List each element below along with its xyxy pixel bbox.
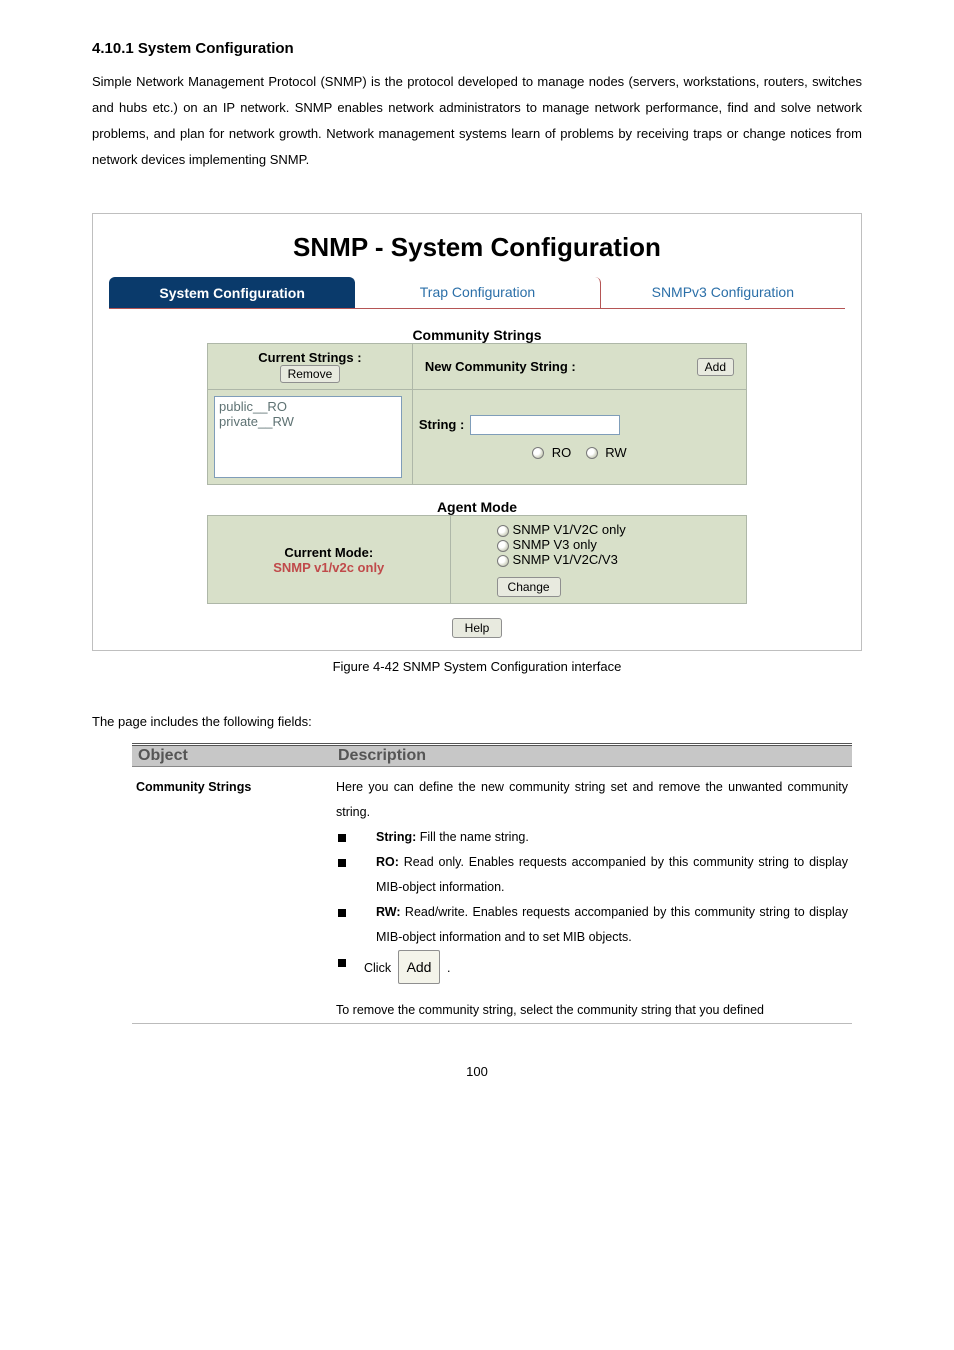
desc-remove-para: To remove the community string, select t… [336,998,848,1023]
click-right: . [447,961,450,975]
mode-opt-2: SNMP V3 only [513,537,597,552]
remove-button[interactable]: Remove [280,365,341,383]
snmp-panel: SNMP - System Configuration System Confi… [92,213,862,651]
mode-radio-v1v2c[interactable] [497,525,509,537]
mode-radio-all[interactable] [497,555,509,567]
tab-snmpv3-configuration[interactable]: SNMPv3 Configuration [601,277,845,308]
current-strings-listbox[interactable]: public__RO private__RW [214,396,402,478]
add-button[interactable]: Add [697,358,734,376]
desc-header-object: Object [132,745,332,767]
tab-system-configuration[interactable]: System Configuration [109,277,355,308]
add-chip: Add [398,950,441,984]
desc-intro: Here you can define the new community st… [336,775,848,825]
community-block: Community Strings Current Strings : Remo… [207,327,747,485]
desc-table: Object Description Community Strings Her… [132,743,852,1024]
bullet-icon [338,834,346,842]
change-button[interactable]: Change [497,577,561,597]
ro-radio[interactable] [532,447,544,459]
mode-opt-1: SNMP V1/V2C only [513,522,626,537]
bullet-icon [338,859,346,867]
page-number: 100 [92,1064,862,1079]
bullet-text: Fill the name string. [416,830,529,844]
intro-lead: Simple Network Management Protocol (SNMP… [92,74,367,89]
desc-header-description: Description [332,745,852,767]
current-mode-label: Current Mode: [284,545,373,560]
rw-radio[interactable] [586,447,598,459]
figure-caption: Figure 4-42 SNMP System Configuration in… [92,659,862,674]
section-heading: 4.10.1 System Configuration [92,40,862,57]
rw-label: RW [605,445,626,460]
bullet-text: Read only. Enables requests accompanied … [376,855,848,894]
bullet-icon [338,909,346,917]
list-item[interactable]: public__RO [219,399,397,414]
bullet-text: Read/write. Enables requests accompanied… [376,905,848,944]
click-left: Click [364,961,395,975]
agent-table: Current Mode: SNMP v1/v2c only SNMP V1/V… [207,515,747,604]
ro-label: RO [552,445,572,460]
mode-opt-3: SNMP V1/V2C/V3 [513,552,618,567]
agent-block: Agent Mode Current Mode: SNMP v1/v2c onl… [207,499,747,604]
help-button[interactable]: Help [452,618,503,638]
below-text: The page includes the following fields: [92,714,862,729]
tab-bar: System Configuration Trap Configuration … [109,277,845,309]
current-mode-value: SNMP v1/v2c only [273,560,384,575]
bullet-strong: String: [376,830,416,844]
desc-header-row: Object Description [132,745,852,767]
community-title: Community Strings [207,327,747,343]
current-strings-label: Current Strings : [258,350,361,365]
desc-row-content: Here you can define the new community st… [332,767,852,1024]
bullet-icon [338,959,346,967]
new-string-input[interactable] [470,415,620,435]
tab-trap-configuration[interactable]: Trap Configuration [355,277,600,308]
panel-title: SNMP - System Configuration [109,232,845,263]
desc-row-label: Community Strings [132,767,332,1024]
list-item[interactable]: private__RW [219,414,397,429]
bullet-strong: RO: [376,855,399,869]
figure-caption-prefix: Figure 4-42 [333,659,399,674]
agent-title: Agent Mode [207,499,747,515]
bullet-strong: RW: [376,905,401,919]
community-table: Current Strings : Remove New Community S… [207,343,747,485]
figure-caption-text: SNMP System Configuration interface [399,659,621,674]
intro-paragraph: Simple Network Management Protocol (SNMP… [92,69,862,173]
string-label: String : [419,417,465,432]
mode-radio-v3[interactable] [497,540,509,552]
new-community-label: New Community String : [425,359,576,374]
